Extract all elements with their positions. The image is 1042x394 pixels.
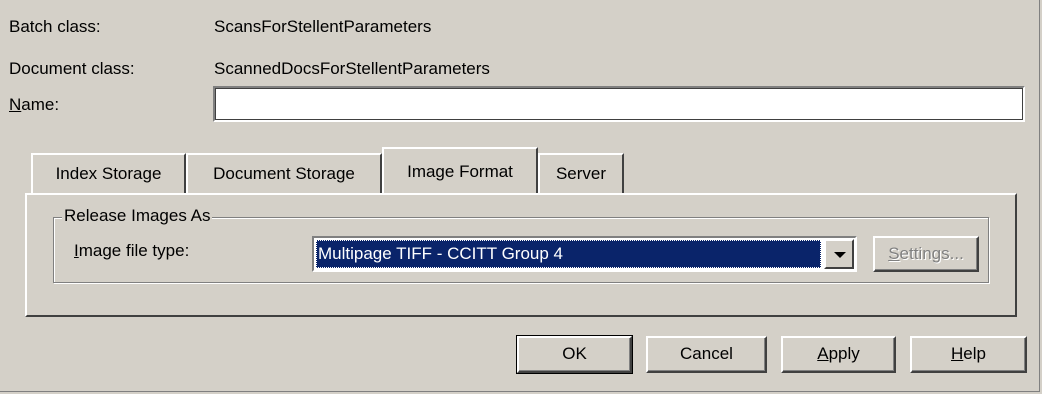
document-class-value: ScannedDocsForStellentParameters xyxy=(214,59,490,78)
tab-index-storage[interactable]: Index Storage xyxy=(31,153,186,193)
help-label: elp xyxy=(963,344,986,363)
tab-document-storage[interactable]: Document Storage xyxy=(186,153,382,193)
apply-label: pply xyxy=(828,344,860,363)
ok-button[interactable]: OK xyxy=(516,335,633,374)
image-file-type-label: Image file type: xyxy=(74,241,189,261)
name-field[interactable] xyxy=(213,86,1025,122)
release-setup-dialog: Batch class: ScansForStellentParameters … xyxy=(0,0,1040,392)
batch-class-value: ScansForStellentParameters xyxy=(214,17,432,36)
help-mnemonic: H xyxy=(951,344,964,363)
image-format-panel: Release Images As Image file type: Multi… xyxy=(25,193,1017,317)
name-label-mnemonic: N xyxy=(9,95,22,114)
apply-mnemonic: A xyxy=(817,344,829,363)
image-file-type-select[interactable]: Multipage TIFF - CCITT Group 4 xyxy=(312,236,857,272)
group-title: Release Images As xyxy=(62,206,213,226)
settings-label: ettings... xyxy=(899,244,964,263)
batch-class-label: Batch class: xyxy=(9,17,101,36)
document-class-label: Document class: xyxy=(9,59,135,78)
tab-image-format[interactable]: Image Format xyxy=(382,147,538,193)
image-file-type-label-text: mage file type: xyxy=(78,241,190,260)
name-label-text: ame: xyxy=(21,95,60,114)
tab-server[interactable]: Server xyxy=(538,153,624,193)
cancel-button[interactable]: Cancel xyxy=(646,336,767,373)
settings-mnemonic: S xyxy=(888,244,900,263)
dropdown-button[interactable] xyxy=(824,239,854,269)
apply-button[interactable]: Apply xyxy=(781,336,896,373)
image-file-type-value: Multipage TIFF - CCITT Group 4 xyxy=(316,240,821,268)
chevron-down-icon xyxy=(834,252,846,258)
help-button[interactable]: Help xyxy=(910,336,1027,373)
release-images-as-group: Release Images As Image file type: Multi… xyxy=(53,206,989,283)
settings-button[interactable]: Settings... xyxy=(873,236,979,272)
name-input[interactable] xyxy=(215,88,1023,120)
name-label: Name: xyxy=(9,95,59,115)
